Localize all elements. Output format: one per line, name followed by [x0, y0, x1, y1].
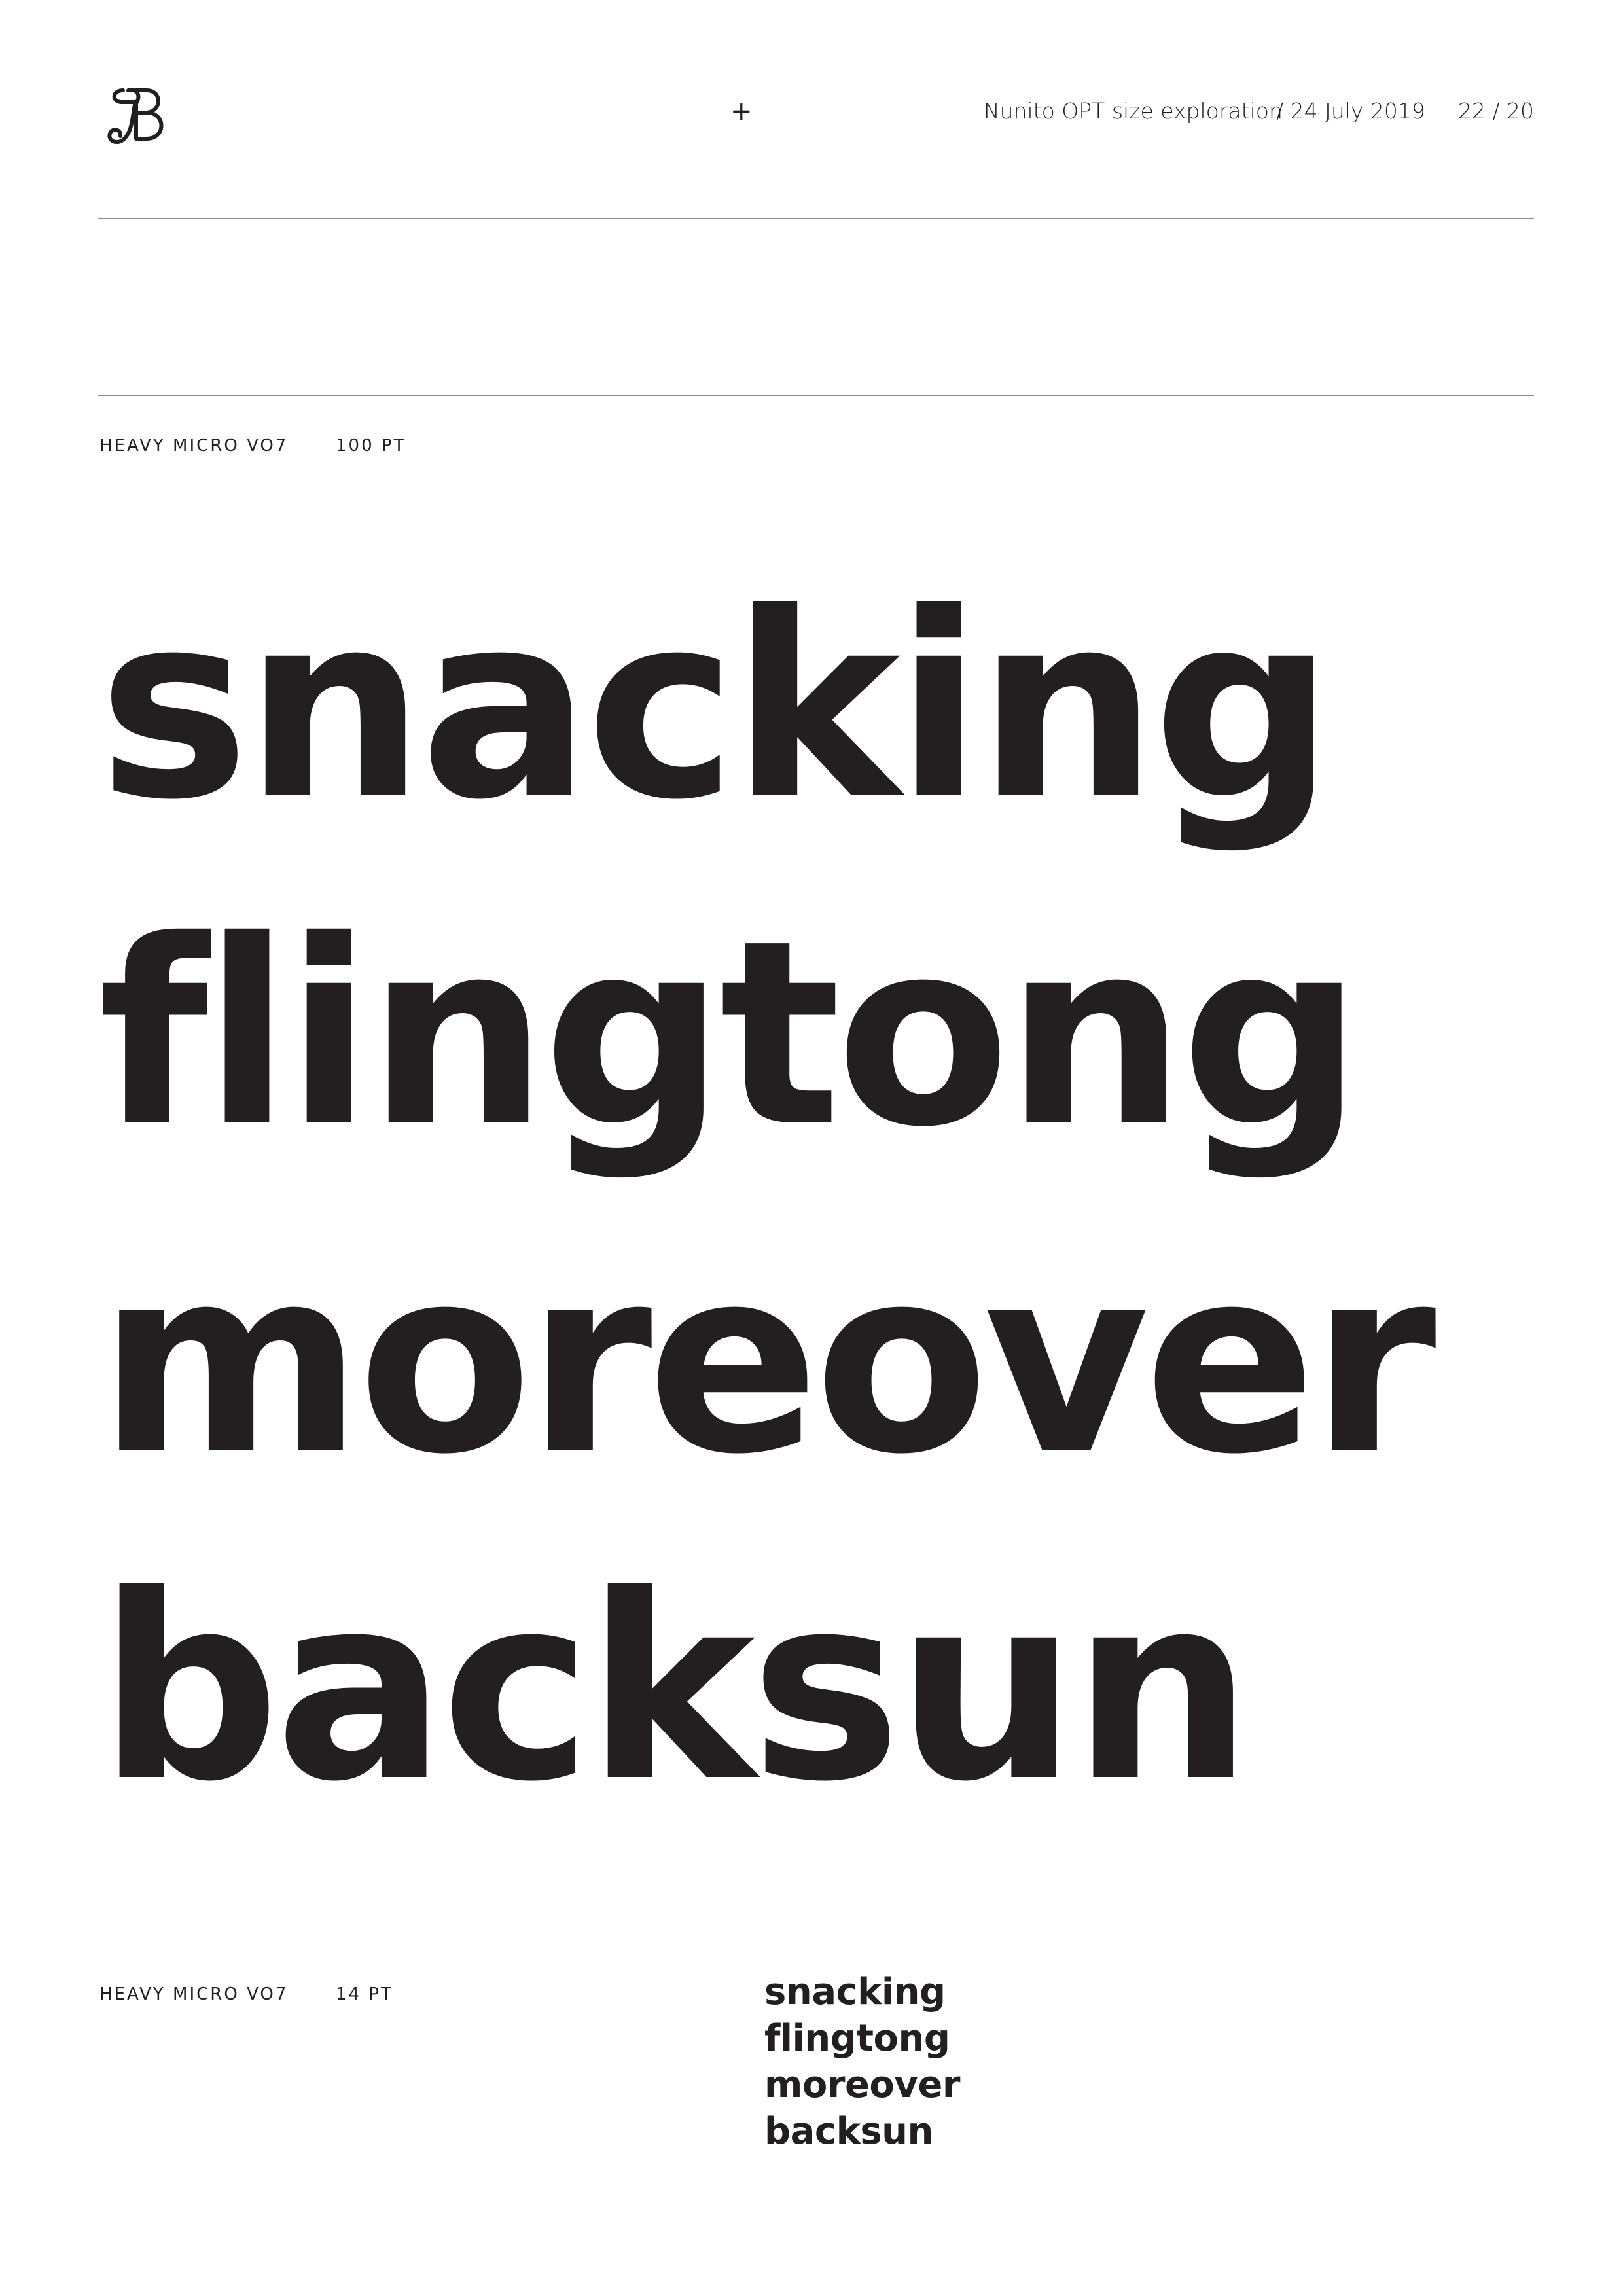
small-specimen-line: backsun — [764, 2110, 933, 2153]
document-date: / 24 July 2019 — [1276, 98, 1425, 124]
small-specimen: snacking flingtong moreover backsun — [764, 1969, 961, 2155]
large-specimen-line: flingtong — [98, 886, 1363, 1183]
large-specimen-line: moreover — [98, 1213, 1436, 1510]
document-title: Nunito OPT size exploration — [984, 98, 1283, 124]
large-sample-size-label: 100 PT — [336, 436, 406, 456]
large-sample-style-label: HEAVY MICRO VO7 — [99, 436, 289, 456]
large-specimen: snacking flingtong moreover backsun — [98, 543, 1538, 1852]
small-sample-size-label: 14 PT — [336, 1984, 393, 2004]
jb-monogram-icon — [98, 79, 170, 151]
registration-cross: + — [730, 96, 753, 126]
small-sample-style-label: HEAVY MICRO VO7 — [99, 1984, 289, 2004]
small-specimen-line: snacking — [764, 1971, 946, 2013]
small-specimen-line: moreover — [764, 2064, 961, 2106]
section-divider — [98, 395, 1534, 396]
large-specimen-line: snacking — [98, 558, 1334, 855]
small-specimen-line: flingtong — [764, 2017, 950, 2060]
page-number: 22 / 20 — [1457, 98, 1534, 124]
top-divider — [98, 218, 1534, 219]
large-specimen-line: backsun — [98, 1540, 1253, 1837]
